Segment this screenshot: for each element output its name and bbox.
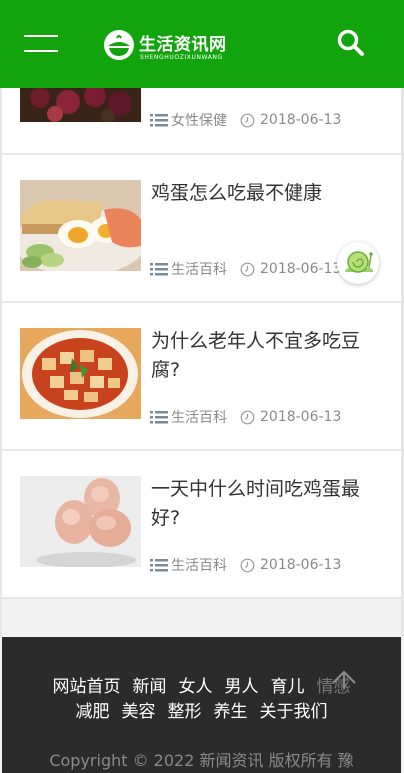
clock-icon (240, 410, 255, 424)
article-thumbnail[interactable] (20, 476, 141, 567)
category-list-icon (150, 411, 168, 424)
article-title[interactable]: 鸡蛋怎么吃最不健康 (151, 179, 379, 208)
footer-nav-row: 减肥 美容 整形 养生 关于我们 (2, 700, 401, 725)
footer-link-men[interactable]: 男人 (225, 677, 259, 697)
article-category[interactable]: 女性保健 (171, 110, 227, 130)
article-thumbnail[interactable] (20, 328, 141, 419)
footer-link-about[interactable]: 关于我们 (260, 702, 328, 722)
article-date: 2018-06-13 (260, 261, 342, 277)
clock-icon (240, 262, 255, 276)
clock-icon (240, 113, 255, 127)
article-category[interactable]: 生活百科 (171, 555, 227, 575)
article-item[interactable]: 女性保健 2018-06-13 (2, 88, 401, 155)
footer-link-health[interactable]: 养生 (214, 702, 248, 722)
article-thumbnail[interactable] (20, 88, 141, 122)
footer-link-home[interactable]: 网站首页 (53, 677, 121, 697)
site-footer: 网站首页 新闻 女人 男人 育儿 情感 减肥 美容 整形 养生 关于我们 Copyright © … (2, 637, 401, 773)
copyright-text: Copyright © 2022 新闻资讯 版权所有 豫 (49, 751, 354, 770)
category-list-icon (150, 263, 168, 276)
article-date: 2018-06-13 (260, 557, 342, 573)
snail-float-button[interactable] (337, 242, 379, 284)
footer-link-parenting[interactable]: 育儿 (271, 677, 305, 697)
app-root: 生活资讯网 SHENGHUOZIXUNWANG 女性保健 2018-06-13 … (0, 0, 404, 773)
article-thumbnail[interactable] (20, 180, 141, 271)
article-meta: 生活百科 2018-06-13 (150, 407, 341, 427)
article-meta: 生活百科 2018-06-13 (150, 555, 341, 575)
article-date: 2018-06-13 (260, 409, 342, 425)
article-title[interactable]: 为什么老年人不宜多吃豆腐? (151, 327, 379, 385)
berries-photo (20, 88, 141, 122)
footer-link-diet[interactable]: 减肥 (76, 702, 110, 722)
footer-link-beauty[interactable]: 美容 (122, 702, 156, 722)
footer-link-news[interactable]: 新闻 (133, 677, 167, 697)
article-meta: 生活百科 2018-06-13 (150, 259, 341, 279)
footer-link-women[interactable]: 女人 (179, 677, 213, 697)
logo-subtitle: SHENGHUOZIXUNWANG (140, 54, 223, 61)
article-title[interactable]: 一天中什么时间吃鸡蛋最好? (151, 475, 379, 533)
logo-bowl-icon (104, 30, 134, 60)
eggs-toast-photo (20, 180, 141, 271)
logo-title: 生活资讯网 (139, 35, 227, 55)
footer-link-plastic[interactable]: 整形 (168, 702, 202, 722)
top-header: 生活资讯网 SHENGHUOZIXUNWANG (0, 0, 404, 88)
clock-icon (240, 558, 255, 572)
category-list-icon (150, 559, 168, 572)
raw-eggs-photo (20, 476, 141, 567)
hamburger-menu-icon[interactable] (24, 30, 58, 58)
article-item[interactable]: 为什么老年人不宜多吃豆腐? 生活百科 2018-06-13 (2, 303, 401, 451)
article-meta: 女性保健 2018-06-13 (150, 110, 341, 130)
back-to-top-icon[interactable] (330, 667, 358, 689)
site-logo[interactable]: 生活资讯网 SHENGHUOZIXUNWANG (103, 27, 243, 67)
mapo-tofu-photo (20, 328, 141, 419)
search-icon[interactable] (336, 28, 366, 58)
article-item[interactable]: 一天中什么时间吃鸡蛋最好? 生活百科 2018-06-13 (2, 451, 401, 599)
article-category[interactable]: 生活百科 (171, 259, 227, 279)
snail-icon (345, 251, 373, 273)
category-list-icon (150, 114, 168, 127)
article-date: 2018-06-13 (260, 112, 342, 128)
article-category[interactable]: 生活百科 (171, 407, 227, 427)
